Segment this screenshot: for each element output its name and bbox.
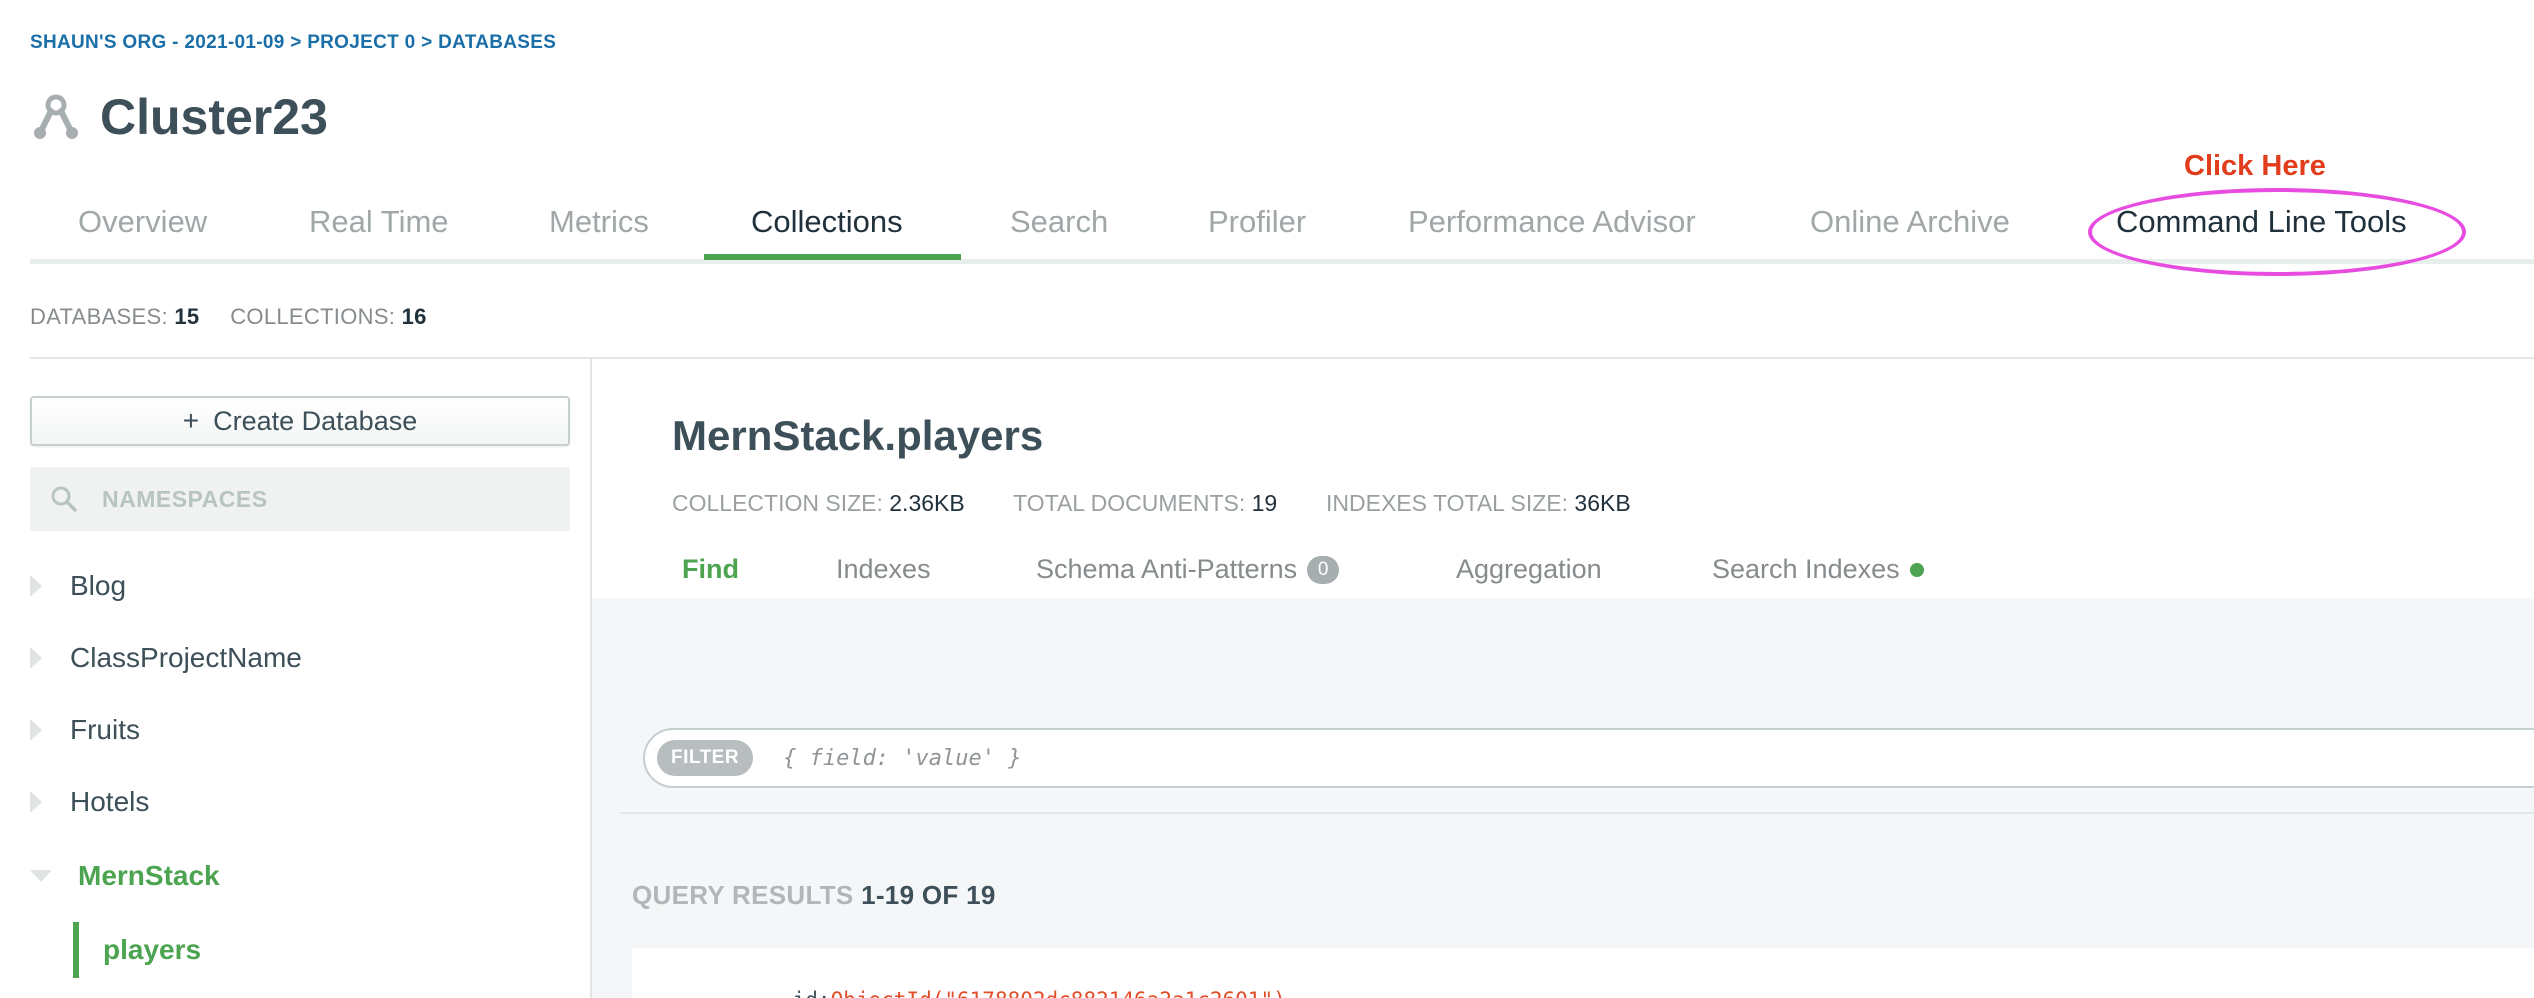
total-documents-value: 19	[1251, 490, 1278, 516]
document-field: _id:ObjectId("6178802dc882146a2a1c2601")	[780, 988, 1286, 998]
query-panel	[592, 598, 2534, 998]
database-label: Fruits	[70, 714, 140, 745]
database-counts: DATABASES: 15 COLLECTIONS: 16	[30, 304, 427, 330]
tab-search-indexes-label: Search Indexes	[1712, 554, 1900, 584]
annotation-circle	[2088, 188, 2466, 276]
collection-size-label: COLLECTION SIZE:	[672, 490, 883, 516]
plus-icon: +	[182, 405, 200, 436]
sidebar-item-fruits[interactable]: Fruits	[30, 714, 140, 746]
active-tab-indicator	[704, 254, 961, 260]
query-results-range: 1-19 OF 19	[861, 880, 996, 910]
divider	[30, 357, 2534, 359]
annotation-click-here: Click Here	[2184, 150, 2326, 182]
sidebar-item-blog[interactable]: Blog	[30, 570, 126, 602]
database-label: Blog	[70, 570, 127, 601]
tab-find[interactable]: Find	[682, 554, 739, 585]
collections-count-label: COLLECTIONS:	[230, 304, 396, 329]
document-card: _id:ObjectId("6178802dc882146a2a1c2601")	[632, 948, 2534, 998]
document-field-key: _id:	[780, 988, 831, 998]
indexes-size-value: 36KB	[1574, 490, 1631, 516]
tab-search-indexes[interactable]: Search Indexes	[1712, 554, 1924, 585]
database-label: ClassProjectName	[70, 642, 302, 673]
breadcrumb-separator: >	[421, 32, 433, 53]
sidebar-item-hotels[interactable]: Hotels	[30, 786, 149, 818]
tab-metrics[interactable]: Metrics	[549, 204, 649, 240]
total-documents-label: TOTAL DOCUMENTS:	[1013, 490, 1246, 516]
sidebar-item-mernstack[interactable]: MernStack	[30, 860, 220, 892]
tab-search[interactable]: Search	[1010, 204, 1108, 240]
query-results-summary: QUERY RESULTS 1-19 OF 19	[632, 880, 996, 911]
divider	[620, 812, 2534, 814]
search-icon	[51, 486, 77, 512]
status-dot-icon	[1909, 562, 1924, 577]
tab-schema-anti-patterns[interactable]: Schema Anti-Patterns 0	[1036, 554, 1340, 585]
chevron-right-icon[interactable]	[30, 575, 42, 597]
query-results-label: QUERY RESULTS	[632, 880, 854, 910]
cluster-icon	[34, 94, 78, 139]
chevron-right-icon[interactable]	[30, 647, 42, 669]
sidebar-collection-players[interactable]: players	[73, 922, 201, 978]
collection-size-value: 2.36KB	[889, 490, 965, 516]
namespace-search-input[interactable]	[102, 485, 542, 513]
breadcrumb-databases[interactable]: DATABASES	[438, 32, 556, 53]
count-badge: 0	[1307, 555, 1340, 584]
databases-count-value: 15	[174, 304, 200, 329]
database-label: MernStack	[78, 860, 220, 891]
filter-input[interactable]	[783, 745, 2284, 771]
tab-online-archive[interactable]: Online Archive	[1810, 204, 2010, 240]
create-database-button[interactable]: + Create Database	[30, 396, 570, 446]
breadcrumb: SHAUN'S ORG - 2021-01-09 > PROJECT 0 > D…	[30, 32, 556, 54]
chevron-right-icon[interactable]	[30, 791, 42, 813]
filter-bar: FILTER	[643, 728, 2534, 788]
document-field-value: ObjectId("6178802dc882146a2a1c2601")	[831, 988, 1286, 998]
chevron-down-icon[interactable]	[30, 870, 52, 882]
tab-overview[interactable]: Overview	[78, 204, 207, 240]
breadcrumb-project[interactable]: PROJECT 0	[307, 32, 415, 53]
breadcrumb-org[interactable]: SHAUN'S ORG - 2021-01-09	[30, 32, 285, 53]
tab-indexes[interactable]: Indexes	[836, 554, 931, 585]
tab-performance-advisor[interactable]: Performance Advisor	[1408, 204, 1696, 240]
tab-real-time[interactable]: Real Time	[309, 204, 449, 240]
cluster-header: Cluster23	[30, 88, 328, 146]
filter-label: FILTER	[657, 740, 754, 776]
chevron-right-icon[interactable]	[30, 719, 42, 741]
tab-aggregation[interactable]: Aggregation	[1456, 554, 1602, 585]
collections-count-value: 16	[401, 304, 427, 329]
databases-count-label: DATABASES:	[30, 304, 168, 329]
namespace-search	[30, 467, 570, 531]
tab-schema-anti-patterns-label: Schema Anti-Patterns	[1036, 554, 1298, 584]
indexes-size-label: INDEXES TOTAL SIZE:	[1326, 490, 1569, 516]
collection-stats: COLLECTION SIZE: 2.36KB TOTAL DOCUMENTS:…	[672, 490, 1631, 517]
tab-collections[interactable]: Collections	[751, 204, 903, 240]
database-label: Hotels	[70, 786, 150, 817]
page-title: Cluster23	[100, 89, 328, 145]
create-database-label: Create Database	[213, 405, 418, 436]
tab-profiler[interactable]: Profiler	[1208, 204, 1306, 240]
collection-title: MernStack.players	[672, 412, 1044, 459]
breadcrumb-separator: >	[290, 32, 302, 53]
sidebar-item-classprojectname[interactable]: ClassProjectName	[30, 642, 302, 674]
